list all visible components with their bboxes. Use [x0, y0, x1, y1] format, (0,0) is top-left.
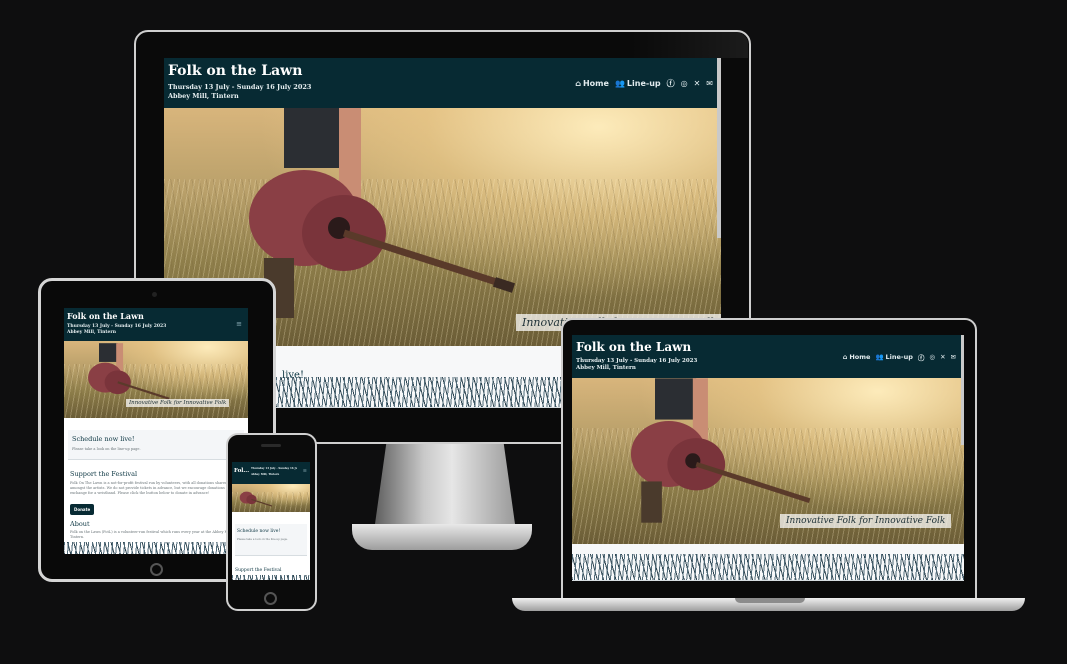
monitor-glare [630, 32, 748, 58]
phone-hero-image [232, 484, 310, 512]
monitor-base [352, 524, 532, 550]
phone-screen: Fol... Thursday 13 July - Sunday 16 July… [232, 462, 310, 580]
laptop-screen: Folk on the Lawn Thursday 13 July - Sund… [572, 335, 964, 581]
nav-lineup[interactable]: 👥 Line-up [615, 79, 661, 88]
instagram-icon[interactable]: ◎ [681, 79, 688, 88]
phone-support-heading: Support the Festival [235, 568, 282, 573]
tablet-site-header: Folk on the Lawn Thursday 13 July - Sund… [64, 308, 248, 341]
laptop-instagram-icon[interactable]: ◎ [929, 353, 935, 361]
phone-guitar-illustration [239, 491, 273, 507]
laptop-content-area [572, 544, 964, 581]
laptop-main-nav: ⌂ Home 👥 Line-up ⓕ ◎ ✕ ✉ [843, 352, 956, 362]
main-nav: ⌂ Home 👥 Line-up ⓕ ◎ ✕ ✉ [575, 78, 713, 89]
monitor-neck [375, 444, 515, 524]
laptop-users-icon: 👥 [875, 353, 884, 361]
tablet-hero-tagline: Innovative Folk for Innovative Folk [126, 399, 230, 407]
tablet-camera [152, 292, 157, 297]
scrollbar[interactable] [717, 58, 721, 238]
laptop-festival-venue: Abbey Mill, Tintern [576, 365, 636, 371]
home-icon: ⌂ [575, 79, 581, 88]
nav-home-label: Home [582, 79, 609, 88]
mail-icon[interactable]: ✉ [706, 79, 713, 88]
phone-site-header: Fol... Thursday 13 July - Sunday 16 July… [232, 462, 310, 484]
phone-menu-icon[interactable]: ≡ [303, 468, 307, 474]
tablet-home-button[interactable] [150, 563, 163, 576]
tablet-schedule-text: Please take a look on the line-up page. [72, 447, 141, 451]
tablet-grass-decoration [64, 542, 248, 554]
phone-schedule-text: Please take a look on the line-up page. [237, 538, 288, 541]
laptop-grass-decoration [572, 554, 964, 580]
laptop-notch [735, 598, 805, 603]
facebook-icon[interactable]: ⓕ [667, 78, 675, 89]
nav-home[interactable]: ⌂ Home [575, 79, 609, 88]
hamburger-menu-icon[interactable]: ≡ [236, 320, 242, 328]
tablet-support-heading: Support the Festival [70, 470, 138, 478]
laptop-nav-home-label: Home [849, 353, 871, 361]
phone-grass-decoration [232, 575, 310, 580]
site-title[interactable]: Folk on the Lawn [168, 63, 717, 79]
tablet-festival-dates: Thursday 13 July - Sunday 16 July 2023 [67, 324, 167, 329]
laptop-facebook-icon[interactable]: ⓕ [918, 352, 925, 362]
laptop-nav-home[interactable]: ⌂ Home [843, 353, 871, 361]
laptop-hero-tagline: Innovative Folk for Innovative Folk [780, 514, 952, 528]
laptop-x-icon[interactable]: ✕ [940, 353, 945, 361]
phone-home-button[interactable] [264, 592, 277, 605]
phone-festival-dates: Thursday 13 July - Sunday 16 July 2023 [251, 467, 297, 470]
laptop-nav-lineup-label: Line-up [885, 353, 913, 361]
phone-schedule-card: Schedule now live! Please take a look on… [235, 524, 307, 556]
tablet-support-section: Support the Festival Folk On The Lawn is… [70, 470, 242, 540]
x-icon[interactable]: ✕ [694, 79, 701, 88]
site-header: Folk on the Lawn Thursday 13 July - Sund… [164, 58, 721, 108]
users-icon: 👥 [614, 79, 625, 88]
tablet-site-title[interactable]: Folk on the Lawn [67, 311, 245, 321]
tablet-schedule-heading: Schedule now live! [72, 435, 135, 443]
laptop-nav-lineup[interactable]: 👥 Line-up [875, 353, 912, 361]
laptop-mail-icon[interactable]: ✉ [951, 353, 956, 361]
phone-festival-venue: Abbey Mill, Tintern [251, 473, 280, 476]
tablet-schedule-card: Schedule now live! Please take a look on… [68, 430, 244, 460]
tablet-festival-venue: Abbey Mill, Tintern [67, 330, 116, 335]
laptop-scrollbar[interactable] [961, 335, 964, 445]
tablet-hero-image: Innovative Folk for Innovative Folk [64, 341, 248, 418]
donate-button[interactable]: Donate [70, 504, 95, 515]
phone-site-title[interactable]: Fol... [234, 468, 249, 474]
laptop-guitar-illustration [630, 378, 811, 523]
tablet-about-heading: About [70, 520, 90, 528]
nav-lineup-label: Line-up [626, 79, 661, 88]
laptop-site-header: Folk on the Lawn Thursday 13 July - Sund… [572, 335, 964, 378]
laptop-hero-image: Innovative Folk for Innovative Folk [572, 378, 964, 544]
festival-venue: Abbey Mill, Tintern [168, 92, 239, 100]
phone-speaker [261, 444, 281, 447]
phone-schedule-heading: Schedule now live! [237, 529, 281, 534]
tablet-support-text: Folk On The Lawn is a not-for-profit fes… [70, 481, 230, 495]
tablet-about-text: Folk on the Lawn (FotL) is a volunteer-r… [70, 530, 233, 539]
laptop-home-icon: ⌂ [842, 353, 848, 361]
tablet-screen: Folk on the Lawn Thursday 13 July - Sund… [64, 308, 248, 554]
